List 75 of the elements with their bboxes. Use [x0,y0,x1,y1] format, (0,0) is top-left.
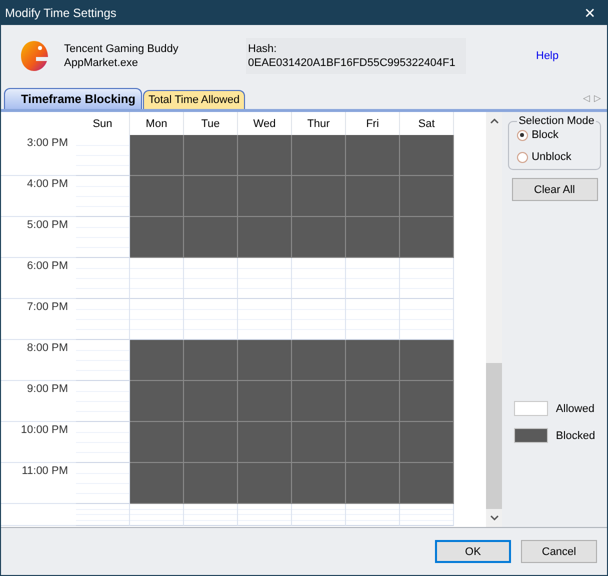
time-slot-cell[interactable] [184,340,238,382]
legend-label: Allowed [556,402,594,415]
close-button[interactable]: ✕ [573,1,607,25]
time-label: 3:00 PM [27,137,68,152]
dialog-button[interactable]: OK [435,540,511,564]
radio-label[interactable]: Block [532,129,558,142]
time-slot-cell[interactable] [346,381,400,422]
time-slot-cell[interactable] [130,176,184,218]
dialog-button[interactable]: Cancel [521,540,597,564]
time-label: 5:00 PM [27,219,68,234]
time-label: 8:00 PM [27,342,68,356]
time-slot-cell[interactable] [238,217,292,258]
time-slot-cell[interactable] [130,135,184,176]
time-slot-cell[interactable] [130,340,184,382]
time-label: 4:00 PM [27,178,68,192]
time-slot-cell[interactable] [238,176,292,218]
time-slot-cell[interactable] [184,135,238,176]
time-slot-cell[interactable] [292,381,346,422]
time-slot-cell[interactable] [292,340,346,382]
app-name: Tencent Gaming Buddy [64,42,180,56]
time-slot-cell[interactable] [184,217,238,258]
time-slot-cell[interactable] [238,381,292,422]
time-slot-cell[interactable] [346,340,400,382]
time-slot-cell[interactable] [346,176,400,218]
scroll-down-icon[interactable] [490,515,498,522]
time-slot-cell[interactable] [130,381,184,422]
time-slot-cell[interactable] [400,422,454,464]
radio-label[interactable]: Unblock [532,151,572,164]
time-label: 11:00 PM [22,465,68,480]
time-slot-cell[interactable] [400,176,454,218]
time-slot-cell[interactable] [292,176,346,218]
time-slot-cell[interactable] [346,463,400,504]
hash-value: 0EAE031420A1BF16FD55C995322404F1 [248,56,456,70]
time-slot-cell[interactable] [184,381,238,422]
clear-all-button[interactable]: Clear All [512,178,598,202]
time-slot-cell[interactable] [238,463,292,504]
time-label: 6:00 PM [27,260,68,274]
time-slot-cell[interactable] [238,340,292,382]
time-slot-cell[interactable] [292,135,346,176]
radio-button[interactable] [516,152,528,163]
time-slot-cell[interactable] [346,422,400,464]
time-slot-cell[interactable] [292,422,346,464]
time-slot-cell[interactable] [400,381,454,422]
time-slot-cell[interactable] [292,463,346,504]
time-slot-cell[interactable] [346,217,400,258]
tab[interactable]: Timeframe Blocking [4,88,142,110]
time-label: 9:00 PM [27,383,68,398]
time-slot-cell[interactable] [292,217,346,258]
time-slot-cell[interactable] [184,176,238,218]
time-slot-cell[interactable] [130,217,184,258]
time-slot-cell[interactable] [400,463,454,504]
time-slot-cell[interactable] [346,135,400,176]
time-slot-cell[interactable] [184,422,238,464]
day-header: Sun [76,112,130,136]
tab[interactable]: Total Time Allowed [143,90,245,110]
time-slot-cell[interactable] [400,217,454,258]
time-slot-cell[interactable] [238,422,292,464]
hash-label: Hash: [248,42,278,56]
legend-label: Blocked [556,430,596,442]
time-label: 7:00 PM [27,301,68,316]
scrollbar-thumb[interactable] [486,363,502,510]
time-slot-cell[interactable] [130,463,184,504]
help-link[interactable]: Help [536,50,559,62]
time-slot-cell[interactable] [400,135,454,176]
app-logo-icon [18,39,50,74]
window-title: Modify Time Settings [5,6,116,20]
time-slot-cell[interactable] [130,422,184,464]
scroll-up-icon[interactable] [490,118,498,124]
time-slot-cell[interactable] [238,135,292,176]
time-label: 10:00 PM [20,424,68,438]
time-slot-cell[interactable] [184,463,238,504]
time-slot-cell[interactable] [400,340,454,382]
radio-button[interactable] [516,130,528,141]
group-title: Selection Mode [518,115,596,128]
app-file: AppMarket.exe [64,56,139,70]
